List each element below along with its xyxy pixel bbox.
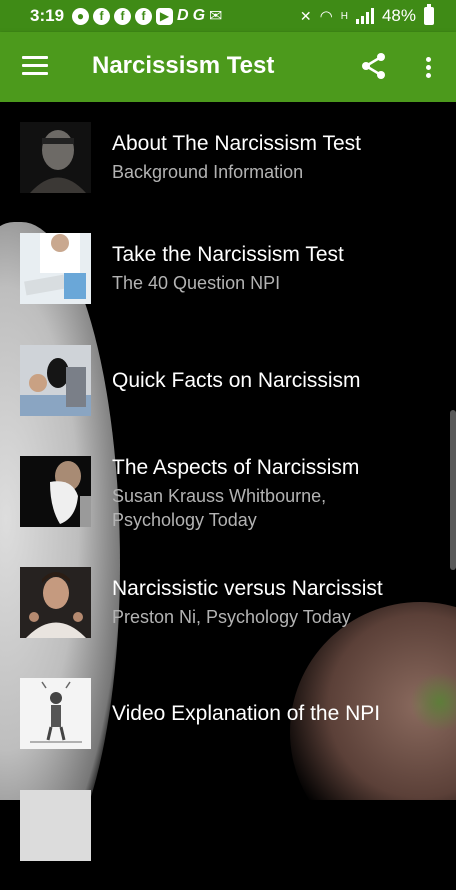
notification-icon: ● xyxy=(72,7,90,25)
thumbnail-partial xyxy=(20,790,91,861)
thumbnail-doctor xyxy=(20,233,91,304)
list-item-narcissistic-vs[interactable]: Narcissistic versus Narcissist Preston N… xyxy=(0,567,456,667)
app-title: Narcissism Test xyxy=(92,52,275,79)
signal-icon xyxy=(355,8,374,24)
list-item-subtitle: Susan Krauss Whitbourne, xyxy=(112,486,327,506)
thumbnail-illustration xyxy=(20,678,91,749)
list-item-subtitle: The 40 Question NPI xyxy=(112,273,281,293)
network-type: H xyxy=(340,10,348,22)
list-item-title: Quick Facts on Narcissism xyxy=(112,369,361,392)
thumbnail-man-portrait xyxy=(20,567,91,638)
list-item-next-partial[interactable] xyxy=(0,790,456,890)
app-bar: Narcissism Test xyxy=(0,32,456,102)
status-bar: 3:19 ● f f f ▶ D G ✉ ✕ ◠ H 48% xyxy=(0,0,456,32)
list-item-title: About The Narcissism Test xyxy=(112,132,361,155)
list-item-quick-facts[interactable]: Quick Facts on Narcissism xyxy=(0,345,456,445)
list-item-subtitle: Preston Ni, Psychology Today xyxy=(112,607,351,627)
battery-percent: 48% xyxy=(381,6,416,25)
menu-icon[interactable] xyxy=(22,56,48,76)
mute-icon: ✕ xyxy=(299,7,312,24)
thumbnail-white-mask-man xyxy=(20,456,91,527)
list-item-take-test[interactable]: Take the Narcissism Test The 40 Question… xyxy=(0,233,456,333)
list-item-aspects[interactable]: The Aspects of Narcissism Susan Krauss W… xyxy=(0,456,456,556)
mail-icon: ✉ xyxy=(209,8,223,25)
youtube-icon: ▶ xyxy=(156,7,174,25)
thumbnail-mask xyxy=(20,345,91,416)
scrollbar[interactable] xyxy=(450,410,456,570)
wifi-icon: ◠ xyxy=(319,8,333,25)
notification-icons: ● f f f ▶ D G ✉ xyxy=(72,7,223,25)
list-item-subtitle: Psychology Today xyxy=(112,510,257,530)
thumbnail-dark-face xyxy=(20,122,91,193)
dictionary-d-icon: D xyxy=(177,7,189,24)
share-icon[interactable] xyxy=(360,52,388,80)
list-item-title: Take the Narcissism Test xyxy=(112,243,344,266)
status-time: 3:19 xyxy=(30,6,65,25)
list-item-video[interactable]: Video Explanation of the NPI xyxy=(0,678,456,778)
facebook-icon: f xyxy=(93,7,111,25)
more-options-icon[interactable] xyxy=(418,54,438,80)
list-item-about[interactable]: About The Narcissism Test Background Inf… xyxy=(0,122,456,222)
list-item-title: Video Explanation of the NPI xyxy=(112,702,381,725)
battery-icon xyxy=(424,4,434,25)
facebook-icon: f xyxy=(135,7,153,25)
status-right: ✕ ◠ H 48% xyxy=(300,0,434,32)
list-item-subtitle: Background Information xyxy=(112,162,304,182)
g-icon: G xyxy=(192,7,206,24)
list-item-title: Narcissistic versus Narcissist xyxy=(112,577,383,600)
facebook-icon: f xyxy=(114,7,132,25)
list-item-title: The Aspects of Narcissism xyxy=(112,456,360,479)
